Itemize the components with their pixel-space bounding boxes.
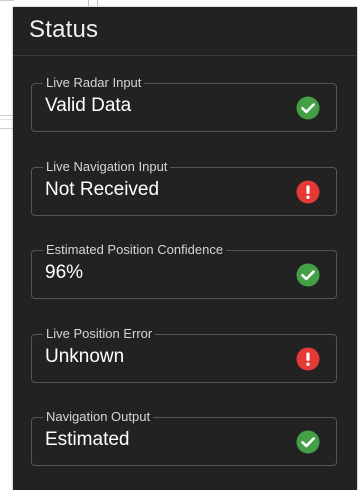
field-value: Not Received	[45, 179, 160, 200]
background-divider	[0, 0, 14, 1]
check-circle-icon	[296, 96, 320, 120]
panel-header: Status	[13, 7, 357, 56]
field-label: Estimated Position Confidence	[43, 241, 227, 259]
field-estimated-position-confidence: Estimated Position Confidence 96%	[31, 241, 337, 299]
check-circle-icon	[296, 430, 320, 454]
background-divider	[0, 119, 14, 120]
field-live-radar-input: Live Radar Input Valid Data	[31, 74, 337, 132]
background-row	[0, 115, 14, 129]
field-value: Estimated	[45, 429, 130, 450]
field-label: Live Position Error	[43, 325, 156, 343]
field-value: Valid Data	[45, 95, 132, 116]
panel-title: Status	[29, 16, 99, 43]
field-label: Navigation Output	[43, 408, 154, 426]
status-panel: Status Live Radar Input Valid Data Live …	[13, 7, 357, 490]
field-navigation-output: Navigation Output Estimated	[31, 408, 337, 466]
check-circle-icon	[296, 263, 320, 287]
background-handle	[88, 0, 98, 6]
alert-circle-icon	[296, 347, 320, 371]
field-value: 96%	[45, 262, 84, 283]
field-label: Live Radar Input	[43, 74, 145, 92]
field-label: Live Navigation Input	[43, 158, 171, 176]
field-live-position-error: Live Position Error Unknown	[31, 325, 337, 383]
field-live-navigation-input: Live Navigation Input Not Received	[31, 158, 337, 216]
alert-circle-icon	[296, 180, 320, 204]
field-value: Unknown	[45, 346, 125, 367]
